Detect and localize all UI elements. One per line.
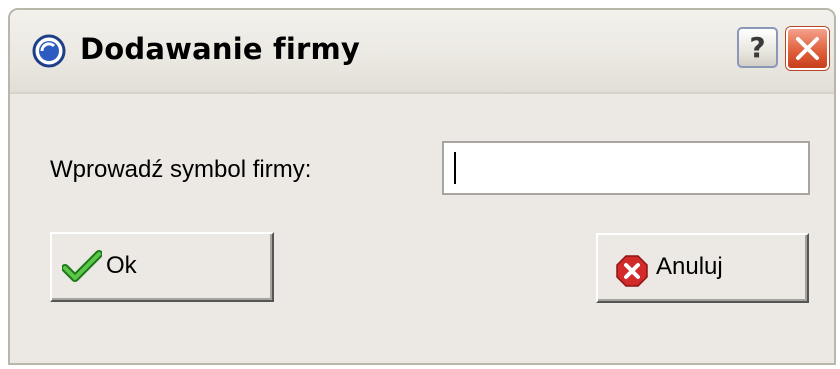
checkmark-icon: [62, 250, 102, 282]
close-icon: [796, 37, 819, 60]
ok-button-label: Ok: [106, 252, 137, 279]
dialog-window: Dodawanie firmy ? Wprowadź symbol firmy:…: [8, 8, 836, 365]
cancel-button-label: Anuluj: [656, 253, 723, 280]
app-icon: [32, 34, 66, 68]
help-button[interactable]: ?: [737, 27, 778, 68]
symbol-prompt-label: Wprowadź symbol firmy:: [50, 156, 312, 183]
symbol-input[interactable]: [442, 141, 810, 195]
help-icon: ?: [749, 31, 766, 64]
title-bar[interactable]: Dodawanie firmy ?: [10, 10, 834, 94]
text-caret: [454, 152, 456, 184]
close-button[interactable]: [786, 27, 829, 70]
ok-button[interactable]: Ok: [50, 232, 274, 302]
cancel-button[interactable]: Anuluj: [596, 233, 809, 303]
window-title: Dodawanie firmy: [80, 32, 361, 66]
cancel-icon: [616, 255, 648, 287]
